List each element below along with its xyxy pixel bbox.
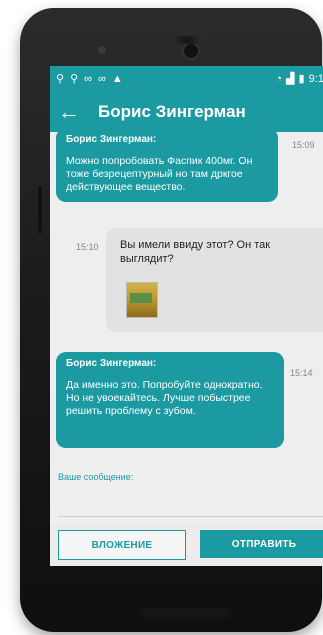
phone-frame: ⚲ ⚲ ∞ ∞ ▲ ◔ ▟ ▮ 9:14 ← Борис Зингерман Б… [20,8,323,632]
message-text: Вы имели ввиду этот? Он так выглядит? [120,239,271,265]
incoming-message: Борис Зингерман: Можно попробовать Фаспи… [56,132,278,202]
incoming-message: Борис Зингерман: Да именно это. Попробуй… [56,352,284,448]
input-underline [58,516,323,517]
message-list[interactable]: Борис Зингерман: Можно попробовать Фаспи… [50,132,323,466]
system-icons: ◔ ▟ ▮ 9:14 [275,73,323,85]
front-camera [184,44,198,58]
app-bar: ← Борис Зингерман [50,92,323,132]
notification-icons: ⚲ ⚲ ∞ ∞ ▲ [56,72,123,85]
attach-button[interactable]: ВЛОЖЕНИЕ [58,530,186,560]
screen: ⚲ ⚲ ∞ ∞ ▲ ◔ ▟ ▮ 9:14 ← Борис Зингерман Б… [50,66,323,566]
battery-icon: ▮ [298,72,305,85]
message-input[interactable]: Ваше сообщение: [50,466,323,522]
signal-icon: ▟ [286,72,295,85]
warning-icon: ▲ [111,72,123,85]
message-time: 15:09 [292,140,315,150]
voicemail-icon: ∞ [84,72,92,85]
message-time: 15:14 [290,368,313,378]
send-button[interactable]: ОТПРАВИТЬ [200,530,323,558]
search-icon: ⚲ [56,72,65,85]
search-icon: ⚲ [70,72,79,85]
message-text: Да именно это. Попробуйте однократно. Но… [66,379,263,417]
back-arrow-icon[interactable]: ← [58,101,88,123]
message-text: Можно попробовать Фаспик 400мг. Он тоже … [66,155,253,193]
earpiece-speaker [168,36,206,44]
message-sender: Борис Зингерман: [66,134,157,145]
side-button [38,186,42,234]
message-sender: Борис Зингерман: [66,358,157,369]
status-time: 9:14 [308,73,323,85]
bottom-speaker [140,608,230,618]
chat-title: Борис Зингерман [98,102,246,121]
message-time: 15:10 [76,242,99,252]
voicemail-icon: ∞ [97,72,106,85]
wifi-icon: ◔ [275,72,283,85]
attached-image-thumbnail[interactable] [126,282,158,318]
sensor-dot [98,46,106,54]
message-input-label: Ваше сообщение: [58,472,134,482]
status-bar: ⚲ ⚲ ∞ ∞ ▲ ◔ ▟ ▮ 9:14 [50,66,323,92]
action-buttons: ВЛОЖЕНИЕ ОТПРАВИТЬ [50,524,323,566]
